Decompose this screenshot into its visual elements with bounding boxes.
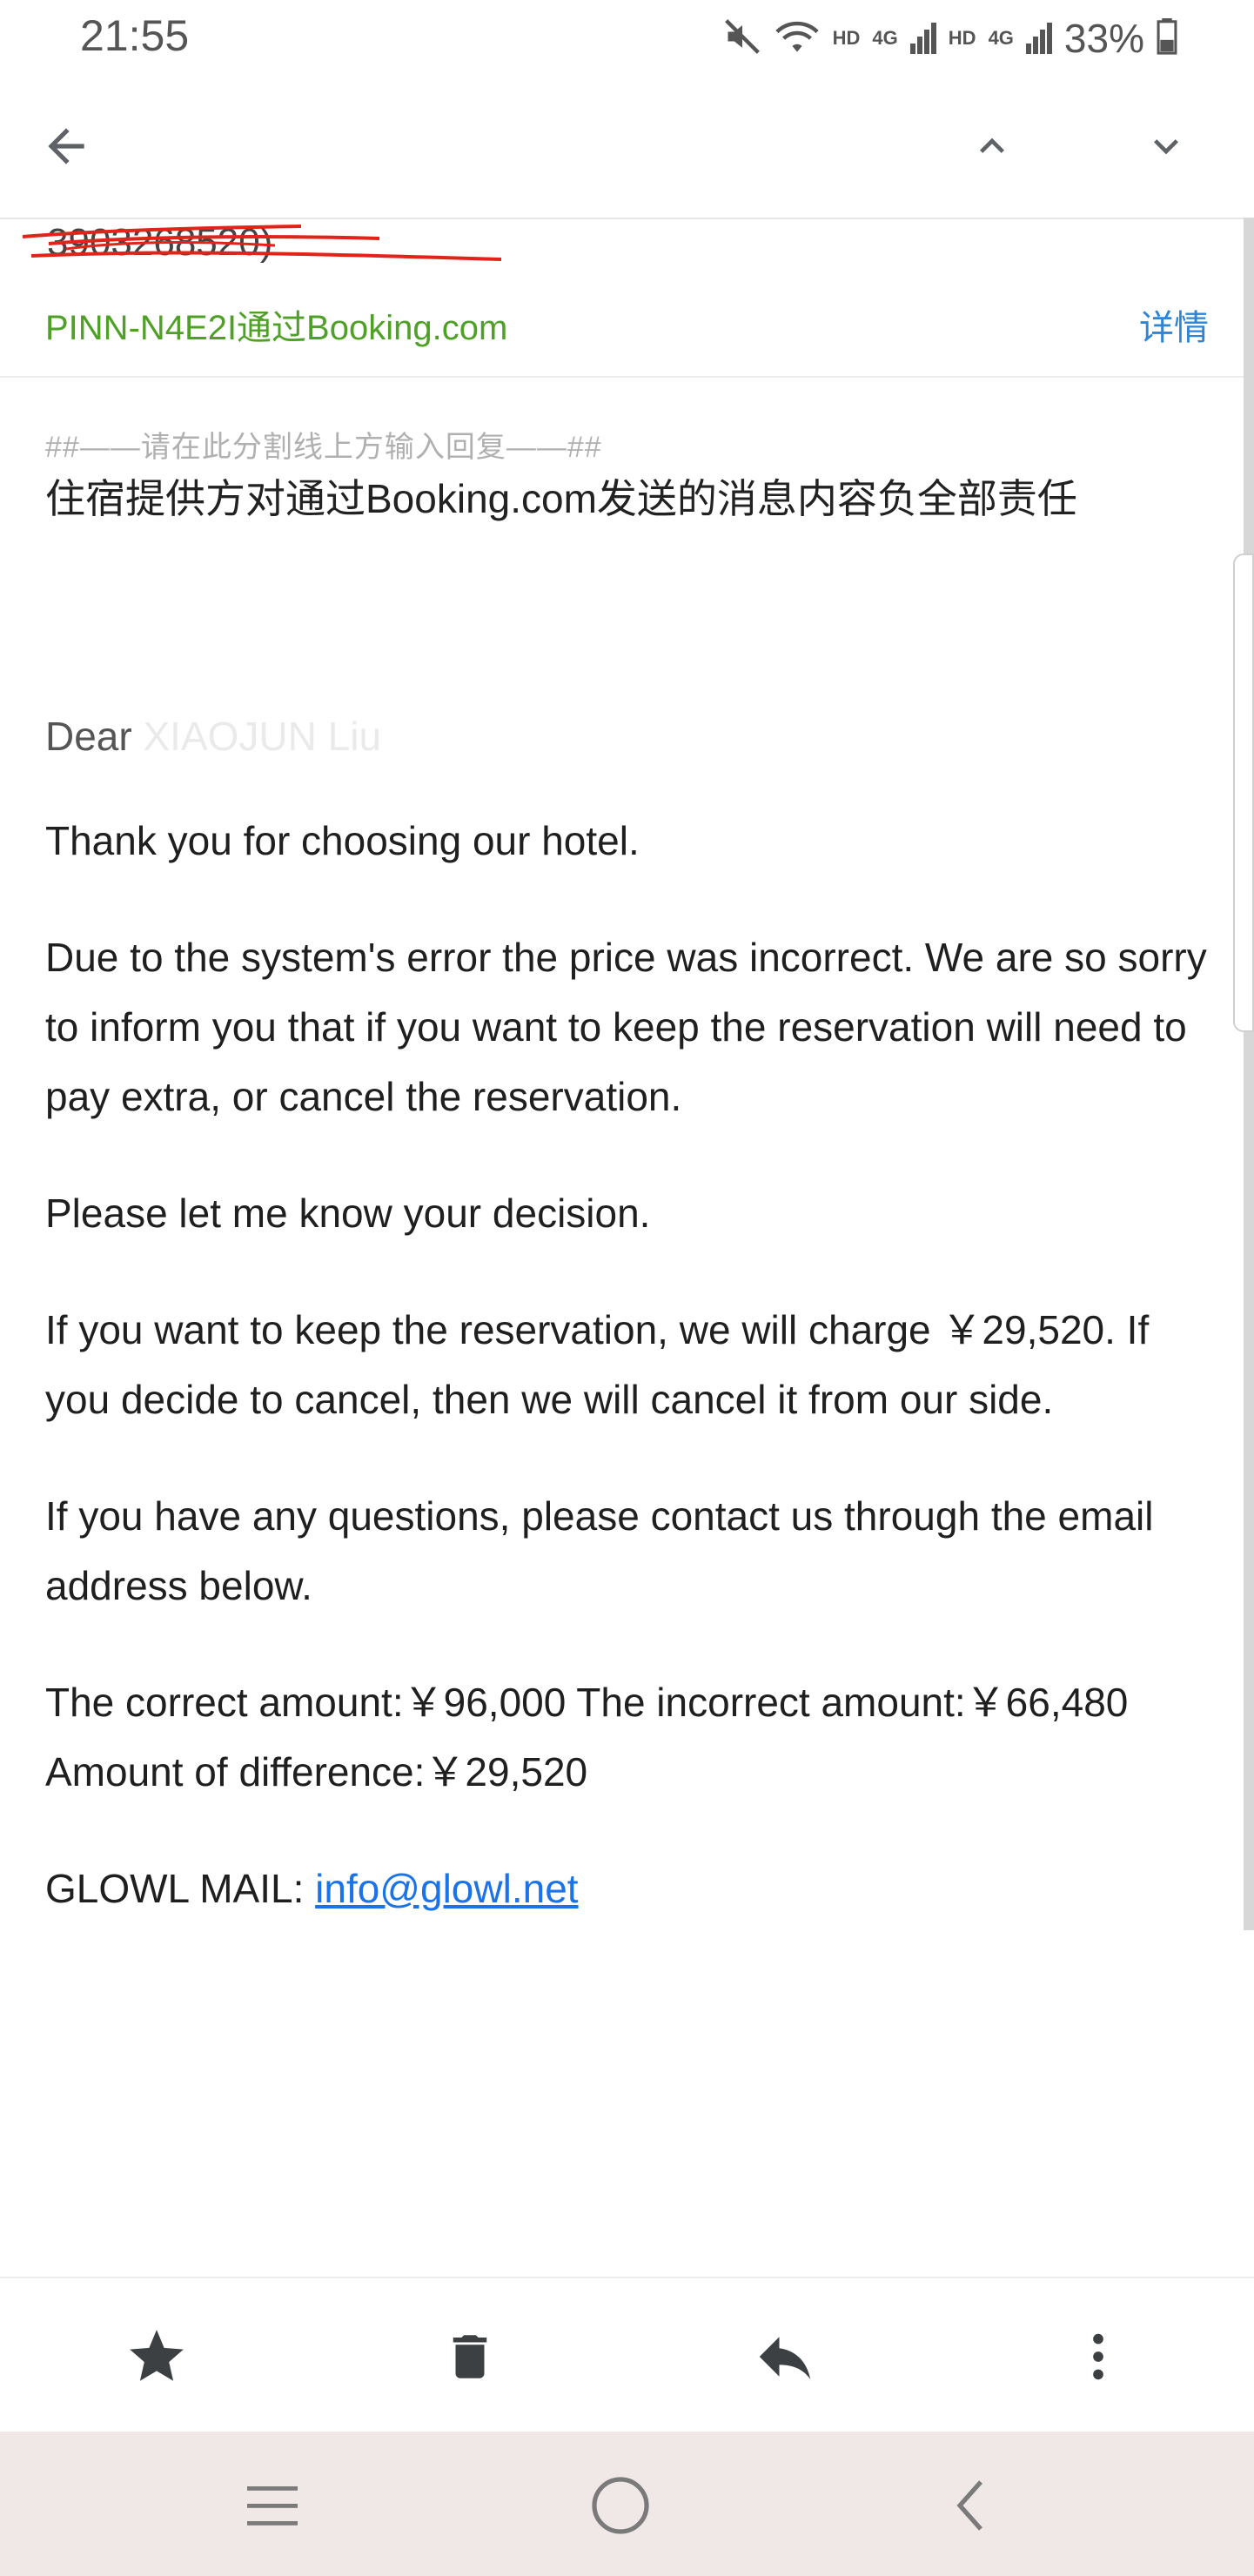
message-body: ##——请在此分割线上方输入回复——## 住宿提供方对通过Booking.com… xyxy=(45,426,1211,1970)
trash-icon xyxy=(453,2335,487,2378)
recent-apps-icon xyxy=(247,2486,298,2526)
hd-label-2: HD xyxy=(948,27,976,49)
greeting-name: XIAOJUN Liu xyxy=(143,714,382,759)
more-options-button[interactable] xyxy=(1058,2317,1138,2397)
details-link[interactable]: 详情 xyxy=(1139,299,1209,350)
redaction-scribble xyxy=(22,225,502,261)
home-button[interactable] xyxy=(581,2466,660,2545)
chevron-up-icon xyxy=(980,138,1004,153)
wifi-icon xyxy=(774,17,821,60)
status-time: 21:55 xyxy=(80,11,190,60)
more-vert-icon xyxy=(1093,2333,1103,2380)
battery-percent: 33% xyxy=(1063,16,1144,61)
greeting-word: Dear xyxy=(45,714,132,759)
mail-link[interactable]: info@glowl.net xyxy=(315,1866,578,1911)
disclaimer: 住宿提供方对通过Booking.com发送的消息内容负全部责任 xyxy=(45,476,1077,521)
paragraph-questions: If you have any questions, please contac… xyxy=(45,1493,1154,1608)
hd-label-1: HD xyxy=(832,27,861,49)
next-email-button[interactable] xyxy=(1130,110,1203,183)
mail-line: GLOWL MAIL: info@glowl.net xyxy=(45,1854,1211,1923)
system-nav-bar xyxy=(0,2432,1254,2576)
paragraph-price-error: Due to the system's error the price was … xyxy=(45,935,1207,1119)
back-arrow-icon xyxy=(48,128,84,164)
reply-button[interactable] xyxy=(745,2317,825,2397)
star-button[interactable] xyxy=(117,2317,197,2397)
reply-separator: ##——请在此分割线上方输入回复——## xyxy=(45,431,602,464)
back-nav-button[interactable] xyxy=(933,2466,1011,2545)
status-bar: 21:55 HD 4G HD 4G 33% xyxy=(0,0,1254,75)
sender-line: PINN-N4E2I通过Booking.com xyxy=(45,309,508,347)
status-icons: HD 4G HD 4G 33% xyxy=(723,14,1177,63)
email-header: 3903268520) PINN-N4E2I通过Booking.com 详情 xyxy=(0,219,1254,378)
network-label-2: 4G xyxy=(988,27,1014,49)
network-label-1: 4G xyxy=(872,27,898,49)
paragraph-charge: If you want to keep the reservation, we … xyxy=(45,1307,1150,1422)
back-nav-icon xyxy=(956,2480,982,2531)
scrollbar-track[interactable] xyxy=(1244,218,1254,1930)
signal-icon xyxy=(909,19,936,58)
action-bar xyxy=(0,2277,1254,2433)
star-icon xyxy=(130,2330,184,2381)
home-icon xyxy=(592,2477,649,2534)
greeting: Dear XIAOJUN Liu xyxy=(45,701,1211,771)
recent-apps-button[interactable] xyxy=(233,2466,312,2545)
paragraph-thanks: Thank you for choosing our hotel. xyxy=(45,818,640,863)
scrollbar-thumb[interactable] xyxy=(1233,553,1254,1032)
back-button[interactable] xyxy=(30,110,103,183)
delete-button[interactable] xyxy=(430,2317,510,2397)
battery-icon xyxy=(1157,17,1177,59)
mute-icon xyxy=(723,17,761,60)
mail-label: GLOWL MAIL: xyxy=(45,1866,316,1911)
chevron-down-icon xyxy=(1154,139,1178,155)
paragraph-amounts: The correct amount:￥96,000 The incorrect… xyxy=(45,1680,1129,1794)
previous-email-button[interactable] xyxy=(956,110,1029,183)
signal-icon xyxy=(1025,19,1052,58)
email-toolbar xyxy=(0,75,1254,219)
paragraph-decision: Please let me know your decision. xyxy=(45,1191,651,1236)
reply-icon xyxy=(759,2337,811,2379)
